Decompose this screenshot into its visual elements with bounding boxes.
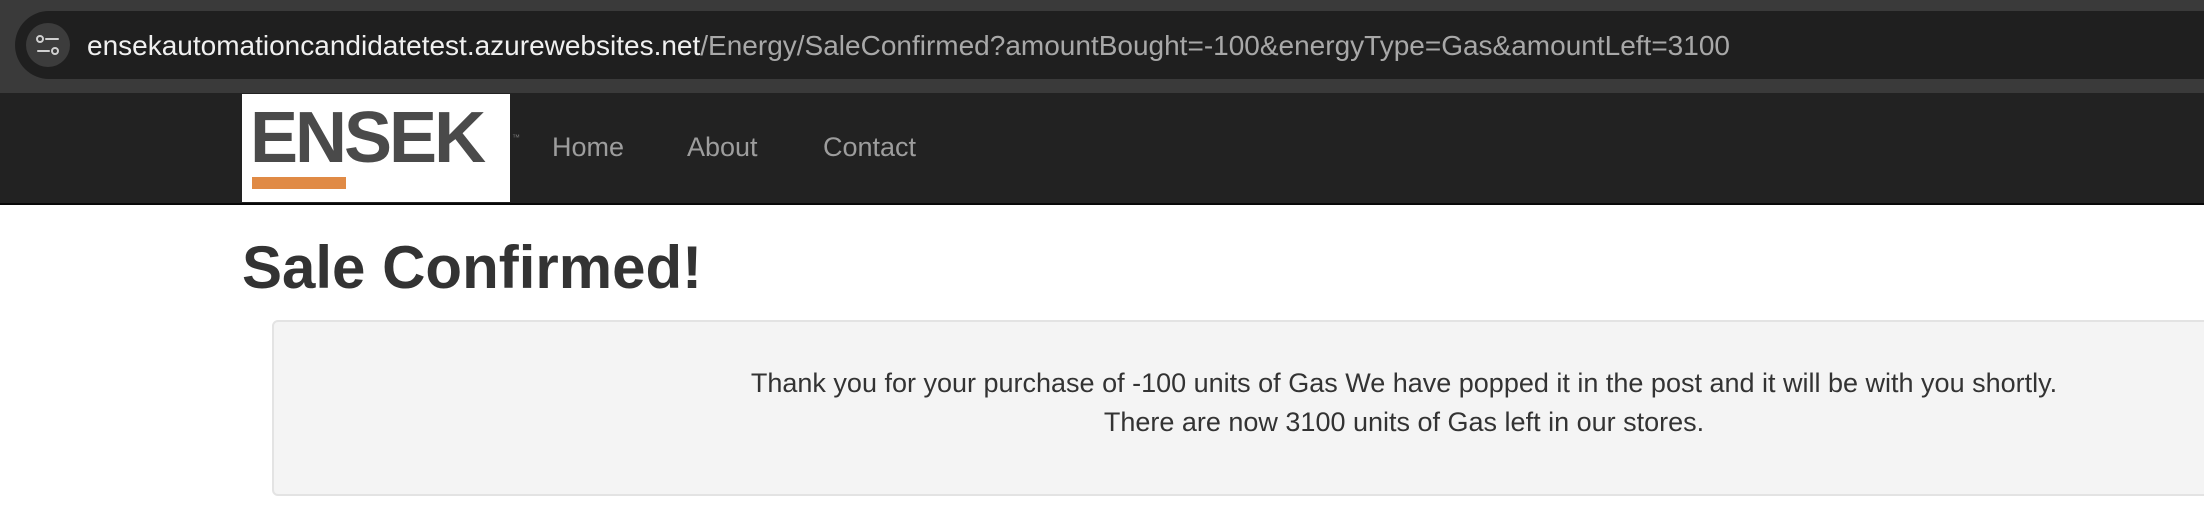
site-info-button[interactable] [26,23,70,67]
site-navbar: ENSEK ™ Home About Contact [0,93,2204,205]
tune-icon [36,35,59,55]
confirmation-message-box: Thank you for your purchase of -100 unit… [272,320,2204,496]
remaining-stock-text: There are now 3100 units of Gas left in … [1103,407,1705,437]
logo-accent-bar [252,177,346,189]
purchase-confirmation-text: Thank you for your purchase of -100 unit… [750,368,2058,398]
browser-toolbar: ensekautomationcandidatetest.azurewebsit… [0,0,2204,93]
url-path: /Energy/SaleConfirmed?amountBought=-100&… [700,30,1730,61]
nav-link-contact[interactable]: Contact [823,131,916,163]
logo-trademark: ™ [512,133,520,142]
ensek-logo[interactable]: ENSEK [242,94,510,202]
address-bar[interactable]: ensekautomationcandidatetest.azurewebsit… [15,11,2204,79]
url-text[interactable]: ensekautomationcandidatetest.azurewebsit… [87,30,1730,62]
url-host: ensekautomationcandidatetest.azurewebsit… [87,30,701,61]
page-title: Sale Confirmed! [242,234,703,301]
logo-wordmark: ENSEK [250,98,486,178]
nav-link-home[interactable]: Home [552,131,624,163]
nav-link-about[interactable]: About [687,131,758,163]
